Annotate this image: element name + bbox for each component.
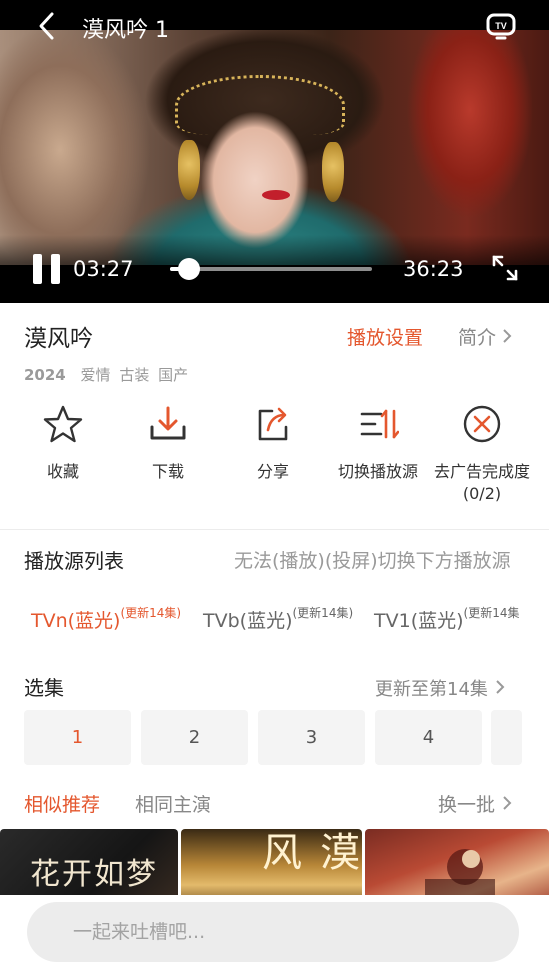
action-label: 去广告完成度 bbox=[433, 462, 530, 481]
show-info-panel: 漠风吟 播放设置 简介 2024 爱情 古装 国产 收藏 下载 分享 切换播放源… bbox=[0, 303, 549, 529]
pause-icon[interactable] bbox=[33, 254, 61, 284]
star-icon bbox=[43, 405, 83, 443]
ad-block-icon bbox=[463, 405, 501, 443]
episode-button[interactable]: 1 bbox=[24, 710, 131, 765]
episode-button[interactable]: 3 bbox=[258, 710, 365, 765]
tv-cast-icon[interactable]: TV bbox=[486, 12, 516, 42]
svg-text:TV: TV bbox=[495, 21, 507, 31]
episodes-title: 选集 bbox=[24, 676, 64, 700]
episode-button[interactable]: 2 bbox=[141, 710, 248, 765]
refresh-button[interactable]: 换一批 bbox=[438, 790, 515, 817]
video-frame[interactable] bbox=[0, 30, 549, 265]
download-button[interactable]: 下载 bbox=[113, 403, 223, 483]
chevron-right-icon bbox=[496, 680, 505, 694]
ad-removal-count: (0/2) bbox=[462, 484, 502, 503]
episode-update-label: 更新至第14集 bbox=[375, 679, 488, 700]
ad-removal-progress-button[interactable]: 去广告完成度 (0/2) bbox=[427, 403, 537, 505]
intro-button[interactable]: 简介 bbox=[458, 323, 512, 350]
video-title: 漠风吟 1 bbox=[82, 18, 169, 43]
play-source-panel: 播放源列表 无法(播放)(投屏)切换下方播放源 TVn(蓝光)(更新14集) T… bbox=[0, 530, 549, 650]
video-still-headdress bbox=[175, 75, 345, 135]
show-meta: 2024 爱情 古装 国产 bbox=[24, 364, 192, 385]
action-label: 收藏 bbox=[46, 462, 79, 481]
source-option[interactable]: TV1(蓝光)(更新14集 bbox=[374, 604, 519, 633]
show-title: 漠风吟 bbox=[24, 326, 93, 352]
episode-panel: 选集 更新至第14集 1 2 3 4 bbox=[0, 650, 549, 780]
action-label: 下载 bbox=[151, 462, 184, 481]
share-button[interactable]: 分享 bbox=[218, 403, 328, 483]
sources-hint: 无法(播放)(投屏)切换下方播放源 bbox=[234, 550, 511, 572]
comment-bar bbox=[0, 895, 549, 968]
switch-source-button[interactable]: 切换播放源 bbox=[323, 403, 433, 483]
action-label: 切换播放源 bbox=[337, 462, 418, 481]
episode-update-link[interactable]: 更新至第14集 bbox=[375, 675, 508, 701]
refresh-label: 换一批 bbox=[438, 794, 496, 816]
chevron-right-icon bbox=[503, 329, 512, 343]
favorite-button[interactable]: 收藏 bbox=[8, 403, 118, 483]
source-option[interactable]: TVn(蓝光)(更新14集) bbox=[31, 604, 181, 633]
share-icon bbox=[258, 407, 288, 441]
source-option[interactable]: TVb(蓝光)(更新14集) bbox=[203, 604, 353, 633]
tab-same-cast[interactable]: 相同主演 bbox=[135, 790, 211, 817]
source-name: TV1(蓝光) bbox=[374, 610, 464, 632]
action-label: 分享 bbox=[256, 462, 289, 481]
progress-bar[interactable] bbox=[170, 258, 372, 280]
download-icon bbox=[150, 406, 186, 440]
video-player[interactable]: 漠风吟 1 TV 03:27 36:23 bbox=[0, 0, 549, 303]
comment-input[interactable] bbox=[27, 902, 519, 962]
poster-title-art: 花开如梦 bbox=[30, 857, 158, 892]
back-arrow-icon[interactable] bbox=[36, 10, 60, 42]
source-name: TVb(蓝光) bbox=[203, 610, 293, 632]
video-still-earring bbox=[322, 142, 344, 202]
source-badge: (更新14集 bbox=[463, 606, 520, 620]
source-name: TVn(蓝光) bbox=[31, 610, 121, 632]
source-badge: (更新14集) bbox=[292, 606, 354, 620]
genre-tag: 爱情 bbox=[80, 366, 111, 384]
source-badge: (更新14集) bbox=[120, 606, 182, 620]
play-settings-button[interactable]: 播放设置 bbox=[347, 323, 423, 350]
video-still-detail bbox=[262, 190, 290, 200]
genre-tag: 国产 bbox=[158, 366, 189, 384]
tab-similar[interactable]: 相似推荐 bbox=[24, 790, 100, 817]
sources-title: 播放源列表 bbox=[24, 549, 124, 573]
fullscreen-icon[interactable] bbox=[491, 254, 519, 282]
video-still-earring bbox=[178, 140, 200, 200]
intro-label: 简介 bbox=[458, 327, 497, 349]
chevron-right-icon bbox=[503, 796, 512, 810]
episode-button[interactable]: 4 bbox=[375, 710, 482, 765]
switch-source-icon bbox=[360, 409, 399, 439]
current-time: 03:27 bbox=[73, 257, 134, 281]
episode-button[interactable] bbox=[491, 710, 522, 765]
genre-tag: 古装 bbox=[119, 366, 150, 384]
total-time: 36:23 bbox=[403, 257, 464, 281]
show-year: 2024 bbox=[24, 366, 66, 384]
action-row: 收藏 下载 分享 切换播放源 去广告完成度 (0/2) bbox=[0, 403, 549, 513]
